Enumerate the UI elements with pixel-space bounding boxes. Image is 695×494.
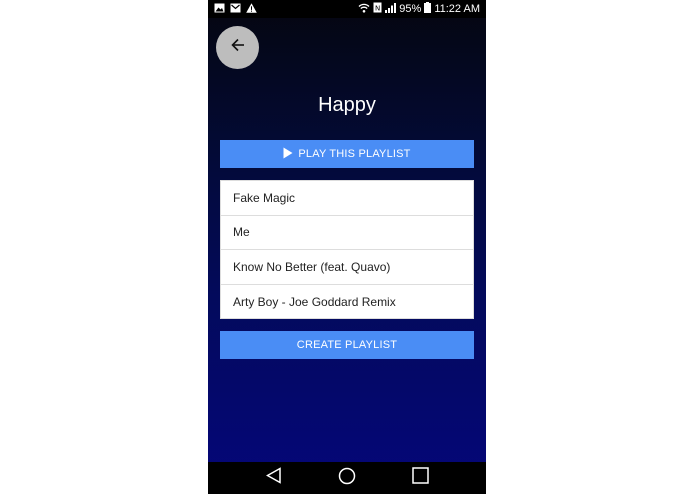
nav-recents-button[interactable] (410, 467, 430, 489)
track-title: Fake Magic (233, 190, 296, 205)
clock: 11:22 AM (434, 3, 480, 15)
signal-icon (385, 2, 397, 16)
track-title: Me (233, 225, 250, 240)
play-icon (283, 147, 293, 162)
recents-square-icon (411, 467, 429, 489)
image-icon (214, 3, 225, 16)
nfc-icon: N (373, 2, 382, 16)
back-button[interactable] (216, 26, 259, 69)
home-circle-icon (338, 467, 356, 490)
wifi-icon (358, 3, 370, 16)
list-item[interactable]: Me (221, 216, 473, 250)
navigation-bar (208, 462, 486, 494)
list-item[interactable]: Arty Boy - Joe Goddard Remix (221, 285, 473, 320)
play-playlist-button[interactable]: PLAY THIS PLAYLIST (220, 140, 474, 168)
create-playlist-label: CREATE PLAYLIST (296, 339, 398, 351)
list-item[interactable]: Know No Better (feat. Quavo) (221, 250, 473, 285)
battery-percent: 95% (399, 3, 422, 15)
list-item[interactable]: Fake Magic (221, 181, 473, 216)
status-system: N 95% 11:22 AM (358, 2, 480, 16)
nav-home-button[interactable] (337, 467, 357, 490)
playlist-title: Happy (318, 94, 376, 116)
arrow-left-icon (230, 37, 246, 58)
status-notifications (214, 3, 257, 16)
track-title: Know No Better (feat. Quavo) (233, 259, 391, 274)
warning-icon (246, 3, 257, 16)
track-title: Arty Boy - Joe Goddard Remix (233, 294, 396, 309)
nav-back-button[interactable] (264, 467, 284, 489)
status-bar: N 95% 11:22 AM (208, 0, 486, 18)
track-list: Fake Magic Me Know No Better (feat. Quav… (220, 180, 474, 319)
phone-screen: N 95% 11:22 AM Happy PLAY THIS PLAYLIST … (208, 0, 486, 494)
battery-icon (424, 2, 432, 16)
create-playlist-button[interactable]: CREATE PLAYLIST (220, 331, 474, 359)
play-playlist-label: PLAY THIS PLAYLIST (298, 148, 411, 160)
back-triangle-icon (265, 467, 282, 489)
svg-text:N: N (375, 5, 380, 13)
mail-icon (230, 3, 241, 16)
